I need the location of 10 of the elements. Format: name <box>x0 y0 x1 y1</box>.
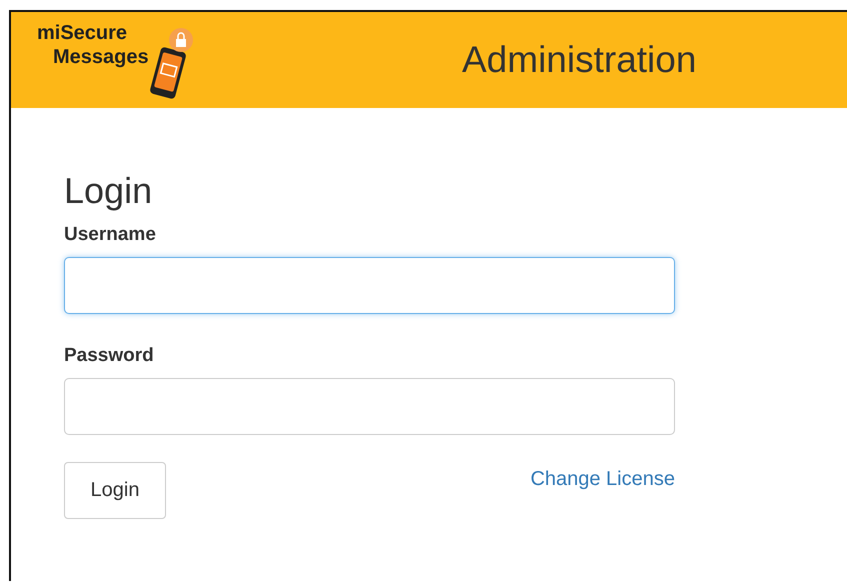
field-label: Username <box>64 224 157 246</box>
field-label: Password <box>64 345 155 367</box>
input-field[interactable] <box>64 257 675 314</box>
login-button[interactable]: Login <box>64 462 166 519</box>
logo-text: miSecure <box>37 21 128 45</box>
page-title: Administration <box>462 39 696 81</box>
logo-text: Messages <box>53 45 149 69</box>
input-field[interactable] <box>64 378 675 435</box>
form-heading: Login <box>64 170 154 212</box>
change-license-link[interactable]: Change License <box>530 468 675 491</box>
